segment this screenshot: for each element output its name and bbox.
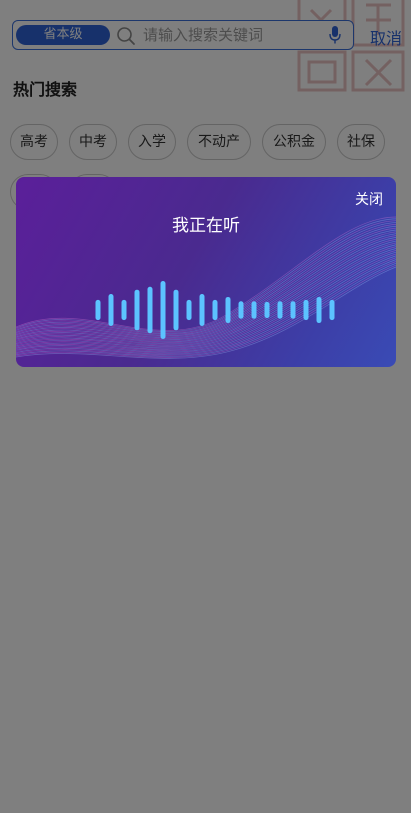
audio-level-bars [95, 281, 335, 339]
audio-level-bar [264, 301, 270, 319]
audio-level-bar [238, 301, 244, 319]
listening-status: 我正在听 [172, 216, 240, 236]
audio-level-bar [134, 289, 140, 331]
audio-level-bar [147, 286, 153, 334]
audio-level-bar [316, 296, 322, 324]
audio-level-bar [225, 296, 231, 324]
audio-level-bar [251, 301, 257, 319]
modal-overlay[interactable] [0, 0, 411, 813]
audio-level-bar [212, 299, 218, 321]
audio-level-bar [290, 301, 296, 319]
voice-search-dialog: 关闭 我正在听 [16, 177, 396, 367]
audio-level-bar [173, 289, 179, 331]
audio-level-bar [95, 299, 101, 321]
audio-level-bar [121, 299, 127, 321]
audio-level-bar [186, 299, 192, 321]
audio-level-bar [199, 294, 205, 326]
audio-level-bar [160, 281, 166, 339]
close-button[interactable]: 关闭 [355, 189, 383, 209]
audio-level-bar [277, 301, 283, 319]
audio-level-bar [108, 294, 114, 326]
audio-level-bar [329, 299, 335, 321]
audio-level-bar [303, 299, 309, 321]
